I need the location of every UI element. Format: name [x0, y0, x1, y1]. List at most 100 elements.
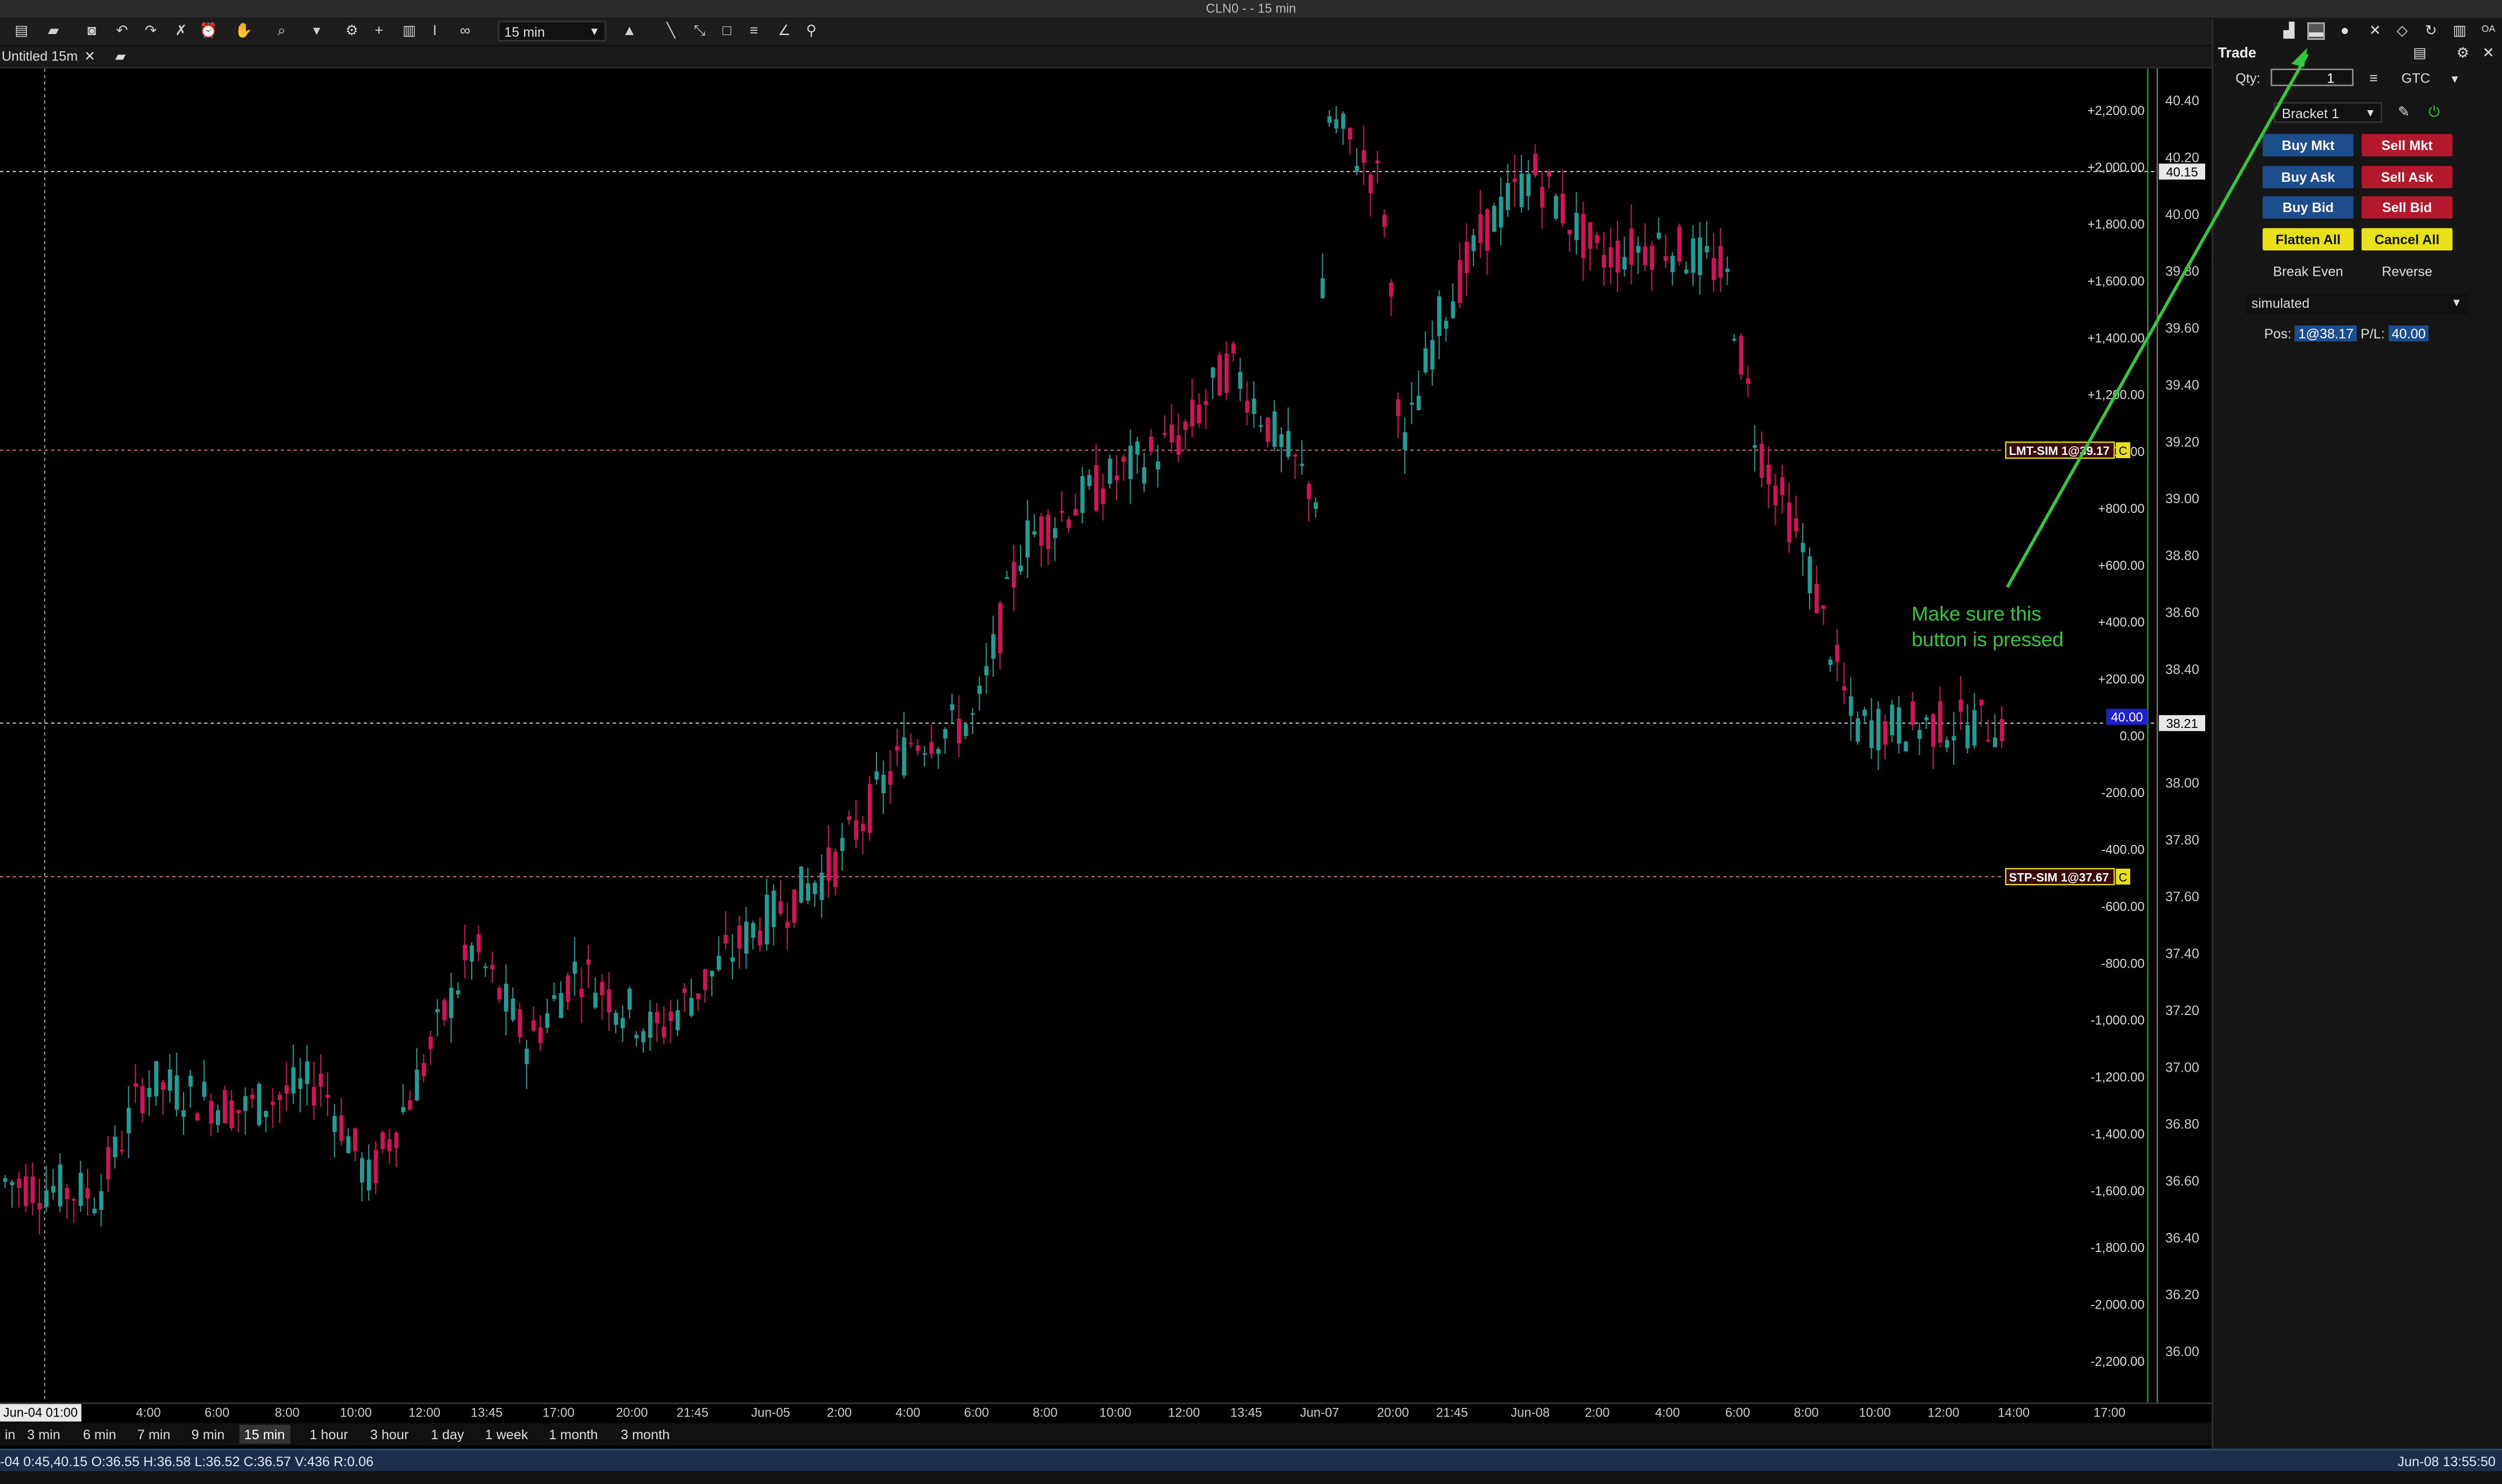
- candle: [1766, 465, 1771, 485]
- period-1-day[interactable]: 1 day: [426, 1425, 468, 1444]
- candle: [1423, 348, 1428, 372]
- candle: [682, 988, 687, 993]
- period-15-min[interactable]: 15 min: [239, 1425, 290, 1444]
- fib-tool-icon[interactable]: ≡: [745, 22, 763, 40]
- annotation-note: Make sure this button is pressed: [1912, 602, 2063, 653]
- candle: [1615, 240, 1620, 273]
- bar-info-text: -04 0:45,40.15 O:36.55 H:36.58 L:36.52 C…: [0, 1453, 374, 1470]
- candle: [147, 1087, 152, 1097]
- sell-bid-button[interactable]: Sell Bid: [2361, 196, 2453, 219]
- candle: [140, 1086, 145, 1113]
- arrow-up-tool-icon[interactable]: ▲: [621, 22, 638, 40]
- candle: [421, 1063, 426, 1077]
- folder-icon[interactable]: ▰: [115, 48, 126, 64]
- period-3-hour[interactable]: 3 hour: [365, 1425, 413, 1444]
- chart-trader-icon[interactable]: ▟: [2280, 22, 2298, 40]
- window-titlebar: CLN0 - - 15 min: [0, 0, 2502, 19]
- annotation-arrow: [2005, 47, 2309, 588]
- candle: [1595, 235, 1600, 243]
- attach-icon[interactable]: ✎: [2395, 104, 2413, 121]
- stop-order-label: STP-SIM 1@37.67: [2009, 870, 2109, 884]
- candle: [339, 1115, 344, 1141]
- period-9-min[interactable]: 9 min: [187, 1425, 229, 1444]
- pnl-tick-label: -1,000.00: [2091, 1014, 2145, 1028]
- candle: [298, 1078, 303, 1089]
- power-icon[interactable]: ⏻: [2425, 104, 2443, 121]
- refresh-icon[interactable]: ↻: [2422, 22, 2440, 40]
- candle: [579, 989, 584, 997]
- price-chart[interactable]: 40.40 40.20 40.00 39.80 39.60 39.40 39.20 39.00…: [0, 69, 2212, 1403]
- period-6-min[interactable]: 6 min: [78, 1425, 121, 1444]
- gear-icon[interactable]: ⚙: [2454, 45, 2472, 63]
- layout-icon[interactable]: ▤: [2411, 45, 2429, 63]
- search-tool-icon[interactable]: ⚲: [803, 22, 820, 40]
- period-3-min[interactable]: 3 min: [22, 1425, 65, 1444]
- candle: [586, 959, 591, 965]
- pnl-tick-label: +400.00: [2098, 616, 2145, 630]
- candle: [1773, 486, 1778, 506]
- coins-icon[interactable]: ●: [2336, 22, 2354, 40]
- candle: [998, 603, 1003, 653]
- open-folder-icon[interactable]: ▰: [45, 22, 63, 40]
- camera-icon[interactable]: ◙: [83, 22, 101, 40]
- eraser-icon[interactable]: ◇: [2394, 22, 2411, 40]
- dom-icon[interactable]: ▥: [2451, 22, 2469, 40]
- rectangle-tool-icon[interactable]: □: [718, 22, 736, 40]
- candle: [1053, 528, 1057, 538]
- candle: [360, 1158, 364, 1183]
- cancel-all-button[interactable]: Cancel All: [2361, 228, 2453, 251]
- bar-chart-icon[interactable]: ▥: [400, 22, 418, 40]
- crosshair-icon[interactable]: +: [370, 22, 388, 40]
- reverse-button[interactable]: Reverse: [2362, 260, 2453, 282]
- line-tool-icon[interactable]: ╲: [662, 22, 680, 40]
- tab-untitled-15m[interactable]: Untitled 15m ✕ ▰: [0, 46, 126, 67]
- pnl-tick-label: -200.00: [2101, 786, 2144, 800]
- level-icon[interactable]: I: [426, 22, 444, 40]
- candle: [1835, 644, 1840, 662]
- period-1-week[interactable]: 1 week: [480, 1425, 533, 1444]
- period-1-hour[interactable]: 1 hour: [305, 1425, 353, 1444]
- candle: [621, 1018, 625, 1029]
- undo-icon[interactable]: ↶: [113, 22, 131, 40]
- sell-ask-button[interactable]: Sell Ask: [2361, 166, 2453, 188]
- crossed-tools-icon[interactable]: ✕: [2367, 22, 2384, 40]
- time-axis-label: 12:00: [1168, 1405, 1200, 1420]
- period-in[interactable]: in: [0, 1425, 20, 1444]
- close-icon[interactable]: ✕: [84, 48, 96, 64]
- ray-tool-icon[interactable]: ⤡: [691, 22, 709, 40]
- candle: [72, 1199, 76, 1201]
- tools-icon[interactable]: ✗: [172, 22, 190, 40]
- candle: [1896, 707, 1901, 744]
- settings-gear-icon[interactable]: ⚙: [343, 22, 361, 40]
- hand-pan-icon[interactable]: ✋: [235, 22, 253, 40]
- price-tick-label: 36.80: [2165, 1117, 2199, 1132]
- angle-tool-icon[interactable]: ∠: [776, 22, 793, 40]
- candle: [1718, 246, 1723, 278]
- menu-icon[interactable]: ≡: [2365, 70, 2383, 88]
- period-7-min[interactable]: 7 min: [132, 1425, 175, 1444]
- candle: [353, 1128, 357, 1152]
- tif-select[interactable]: GTC ▼: [2402, 70, 2460, 86]
- time-axis: Jun-04 01:00 4:00 6:00 8:00 10:00 12:00 13:45…: [0, 1402, 2212, 1425]
- taskbar-strip: [0, 1471, 2502, 1484]
- candle: [24, 1176, 28, 1206]
- timeframe-select[interactable]: 15 min ▼: [498, 21, 607, 42]
- candle: [1986, 739, 1990, 741]
- redo-icon[interactable]: ↷: [142, 22, 160, 40]
- trade-panel-toggle-button[interactable]: ▬: [2307, 22, 2325, 40]
- period-1-month[interactable]: 1 month: [544, 1425, 603, 1444]
- draw-link-icon[interactable]: ∞: [457, 22, 474, 40]
- print-icon[interactable]: ▤: [13, 22, 31, 40]
- candle: [888, 771, 893, 785]
- close-icon[interactable]: ✕: [2480, 45, 2498, 63]
- alarm-icon[interactable]: ⏰: [200, 22, 217, 40]
- zoom-icon[interactable]: ⌕: [273, 22, 291, 40]
- time-axis-label: 20:00: [616, 1405, 648, 1420]
- oa-icon[interactable]: OA: [2480, 22, 2498, 40]
- sell-mkt-button[interactable]: Sell Mkt: [2361, 134, 2453, 156]
- pl-value: 40.00: [2388, 325, 2429, 342]
- candle: [545, 1013, 549, 1028]
- candle: [943, 729, 948, 739]
- period-3-month[interactable]: 3 month: [616, 1425, 675, 1444]
- pointer-icon[interactable]: ▾: [308, 22, 326, 40]
